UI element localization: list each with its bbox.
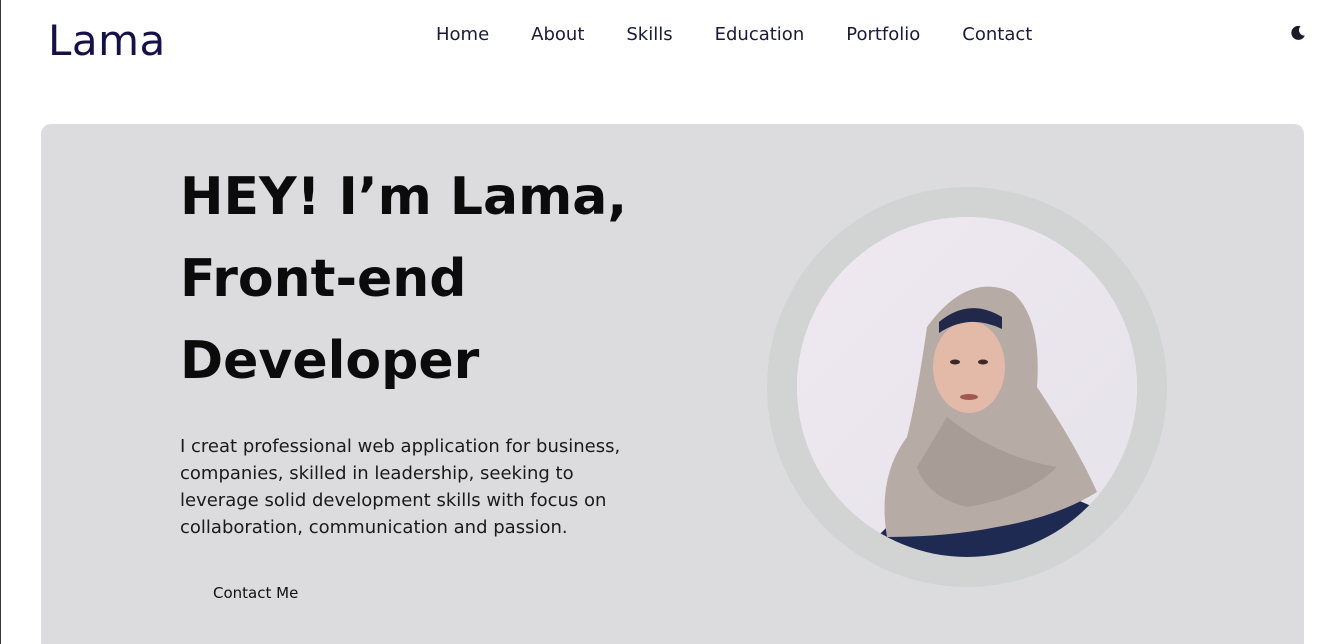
- hero-title-line-3: Developer: [180, 331, 480, 391]
- nav-home[interactable]: Home: [436, 24, 489, 46]
- hero-title-line-1: HEY! I’m Lama,: [180, 167, 628, 227]
- nav-contact[interactable]: Contact: [962, 24, 1032, 46]
- nav-education[interactable]: Education: [715, 24, 805, 46]
- main-nav: Home About Skills Education Portfolio Co…: [436, 24, 1032, 46]
- nav-portfolio[interactable]: Portfolio: [846, 24, 920, 46]
- nav-about[interactable]: About: [531, 24, 584, 46]
- contact-me-button[interactable]: Contact Me: [213, 584, 298, 602]
- nav-skills[interactable]: Skills: [626, 24, 672, 46]
- hero-title-line-2: Front-end: [180, 249, 467, 309]
- logo[interactable]: Lama: [48, 16, 166, 66]
- moon-icon[interactable]: [1290, 25, 1306, 41]
- site-header: Lama Home About Skills Education Portfol…: [1, 0, 1342, 80]
- page: Lama Home About Skills Education Portfol…: [0, 0, 1342, 644]
- profile-photo: [797, 217, 1137, 557]
- hero-title: HEY! I’m Lama, Front-end Developer: [180, 156, 700, 402]
- hero-description: I creat professional web application for…: [180, 436, 621, 538]
- hero-section: HEY! I’m Lama, Front-end Developer I cre…: [41, 124, 1304, 644]
- avatar-ring: [767, 187, 1167, 587]
